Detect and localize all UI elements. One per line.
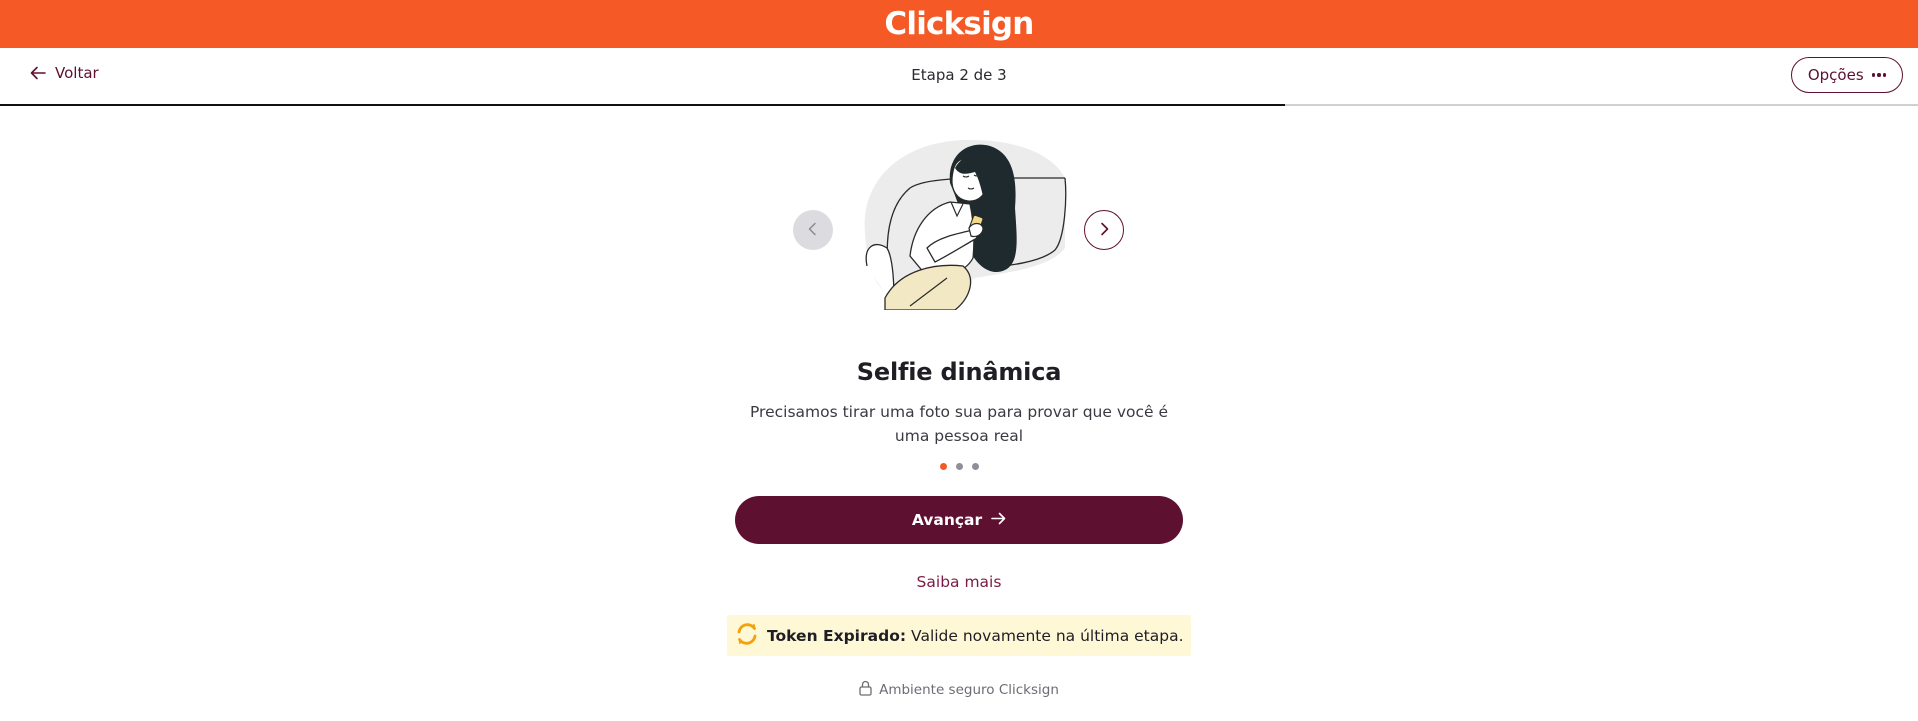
illustration-carousel [790, 138, 1130, 311]
chevron-left-icon [807, 221, 819, 240]
woman-with-phone-illustration [855, 138, 1075, 311]
secure-environment-note: Ambiente seguro Clicksign [0, 680, 1918, 700]
carousel-next-button[interactable] [1084, 210, 1124, 250]
advance-button[interactable]: Avançar [735, 496, 1183, 544]
pagination-dot[interactable] [955, 463, 963, 470]
refresh-icon [734, 621, 767, 651]
step-indicator: Etapa 2 de 3 [911, 66, 1007, 84]
page-title: Selfie dinâmica [856, 358, 1062, 386]
advance-button-label: Avançar [911, 511, 983, 529]
carousel-prev-button[interactable] [793, 210, 833, 250]
secure-environment-label: Ambiente seguro Clicksign [879, 682, 1059, 698]
token-expired-alert: Token Expirado: Valide novamente na últi… [727, 615, 1191, 656]
more-dots-icon [1871, 73, 1887, 77]
pagination-dot[interactable] [971, 463, 979, 470]
clicksign-logo: Clicksign [884, 6, 1034, 42]
pagination-dot[interactable] [939, 463, 947, 470]
options-button[interactable]: Opções [1791, 57, 1903, 93]
chevron-right-icon [1098, 221, 1110, 240]
page-description: Precisamos tirar uma foto sua para prova… [749, 403, 1169, 445]
step-progress-bar [0, 104, 1918, 106]
lock-icon [859, 680, 872, 700]
alert-message: Valide novamente na última etapa. [911, 626, 1184, 645]
step-progress-fill [0, 104, 1286, 106]
arrow-right-icon [991, 511, 1006, 529]
options-button-label: Opções [1807, 66, 1864, 84]
alert-title: Token Expirado: [767, 626, 907, 645]
step-navigation-bar: Voltar Etapa 2 de 3 Opções [0, 48, 1918, 104]
carousel-pagination [0, 463, 1918, 470]
learn-more-link[interactable]: Saiba mais [0, 573, 1918, 591]
top-brand-bar: Clicksign [0, 0, 1918, 48]
